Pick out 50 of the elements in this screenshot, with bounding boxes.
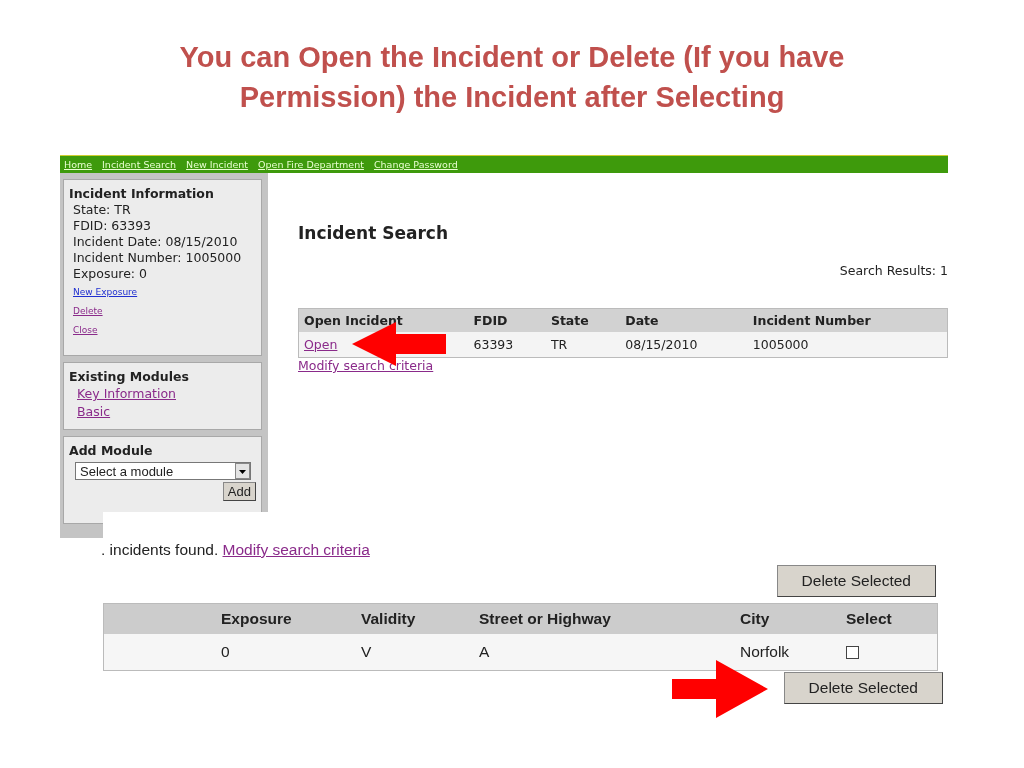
- nav-link[interactable]: Home: [64, 159, 93, 170]
- select-checkbox[interactable]: [846, 646, 859, 660]
- column-header: Incident Number: [747, 308, 948, 332]
- panel-heading: Add Module: [69, 443, 154, 458]
- nav-link[interactable]: Change Password: [373, 159, 458, 170]
- column-header: Date: [620, 308, 748, 332]
- info-field: Incident Date: 08/15/2010: [69, 234, 256, 250]
- module-select[interactable]: Select a module: [75, 462, 251, 480]
- dropdown-icon: [235, 463, 250, 479]
- side-link[interactable]: Delete: [73, 306, 103, 316]
- table-cell: 1005000: [747, 332, 948, 358]
- info-field: FDID: 63393: [69, 218, 256, 234]
- info-field: State: TR: [69, 202, 256, 218]
- nav-link[interactable]: Open Fire Department: [258, 159, 364, 170]
- info-field: Exposure: 0: [69, 266, 256, 282]
- table-cell: 0: [217, 634, 357, 671]
- found-text: . incidents found.: [101, 541, 219, 558]
- column-header: Select: [842, 603, 938, 634]
- side-link[interactable]: New Exposure: [73, 287, 138, 297]
- column-header: State: [545, 308, 621, 332]
- table-cell: A: [475, 634, 736, 671]
- page-heading: Incident Search: [298, 223, 449, 243]
- table-cell: Norfolk: [736, 634, 842, 671]
- column-header: City: [736, 603, 842, 634]
- panel-heading: Incident Information: [69, 186, 215, 201]
- table-cell: V: [357, 634, 475, 671]
- delete-button[interactable]: Delete Selected: [776, 565, 936, 597]
- table-cell: 63393: [468, 332, 546, 358]
- table-cell: 08/15/2010: [620, 332, 748, 358]
- panel-heading: Existing Modules: [69, 369, 190, 384]
- info-field: Incident Number: 1005000: [69, 250, 256, 266]
- table-cell: TR: [545, 332, 621, 358]
- nav-link[interactable]: New Incident: [186, 159, 249, 170]
- slide-title: You can Open the Incident or Delete (If you have Permission) the Incident after Selecting: [178, 40, 846, 115]
- module-link[interactable]: Basic: [77, 404, 111, 419]
- column-header: Open Incident: [298, 308, 469, 332]
- modify-link[interactable]: Modify search criteria: [298, 358, 434, 373]
- modify-link[interactable]: Modify search criteria: [222, 541, 370, 558]
- column-header: Validity: [357, 603, 475, 634]
- delete-button[interactable]: Delete Selected: [783, 672, 943, 704]
- module-link[interactable]: Key Information: [77, 386, 176, 401]
- add-button[interactable]: Add: [222, 482, 256, 501]
- side-link[interactable]: Close: [73, 325, 98, 335]
- nav-link[interactable]: Incident Search: [102, 159, 177, 170]
- column-header: Street or Highway: [475, 603, 736, 634]
- results-count: Search Results: 1: [838, 263, 948, 278]
- open-link[interactable]: Open: [304, 337, 338, 352]
- column-header: FDID: [468, 308, 546, 332]
- arrow-icon: [672, 660, 768, 718]
- column-header: Exposure: [217, 603, 357, 634]
